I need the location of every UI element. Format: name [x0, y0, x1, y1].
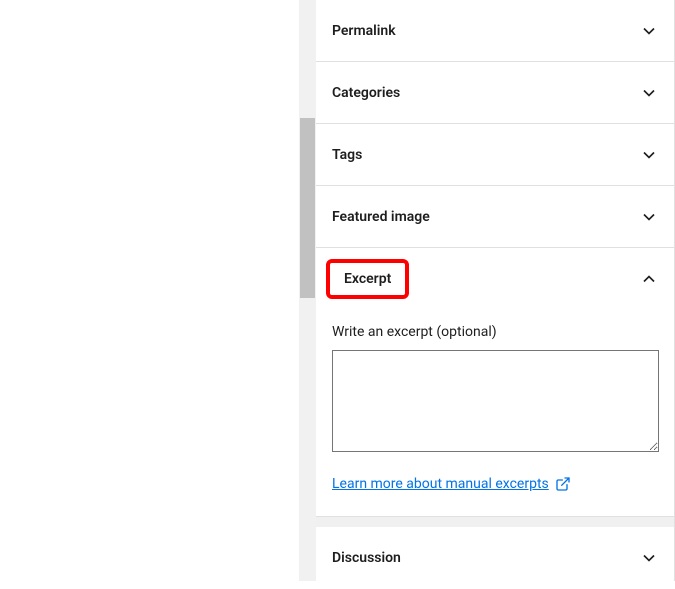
panel-excerpt-body: Write an excerpt (optional) Learn more a… — [316, 310, 675, 517]
excerpt-textarea[interactable] — [332, 350, 659, 452]
panel-permalink[interactable]: Permalink — [316, 0, 675, 62]
settings-sidebar: Permalink Categories Tags Featured image… — [316, 0, 675, 581]
panel-categories-label: Categories — [332, 85, 400, 101]
chevron-down-icon — [639, 548, 659, 568]
chevron-up-icon — [639, 269, 659, 289]
learn-more-excerpts-link[interactable]: Learn more about manual excerpts — [332, 476, 571, 492]
chevron-down-icon — [639, 83, 659, 103]
panel-tags[interactable]: Tags — [316, 124, 675, 186]
panel-permalink-label: Permalink — [332, 23, 396, 39]
chevron-down-icon — [639, 207, 659, 227]
chevron-down-icon — [639, 21, 659, 41]
scrollbar-thumb[interactable] — [300, 118, 315, 298]
external-link-icon — [555, 476, 571, 492]
panel-featured-image-label: Featured image — [332, 209, 430, 225]
panel-excerpt-label: Excerpt — [326, 259, 409, 299]
chevron-down-icon — [639, 145, 659, 165]
excerpt-field-label: Write an excerpt (optional) — [332, 324, 659, 340]
learn-more-link-text: Learn more about manual excerpts — [332, 476, 549, 492]
panel-discussion[interactable]: Discussion — [316, 527, 675, 589]
panel-discussion-label: Discussion — [332, 550, 401, 566]
panel-excerpt[interactable]: Excerpt — [316, 248, 675, 310]
panel-tags-label: Tags — [332, 147, 362, 163]
editor-canvas-area — [0, 0, 299, 581]
panel-separator — [316, 517, 675, 527]
panel-featured-image[interactable]: Featured image — [316, 186, 675, 248]
panel-categories[interactable]: Categories — [316, 62, 675, 124]
